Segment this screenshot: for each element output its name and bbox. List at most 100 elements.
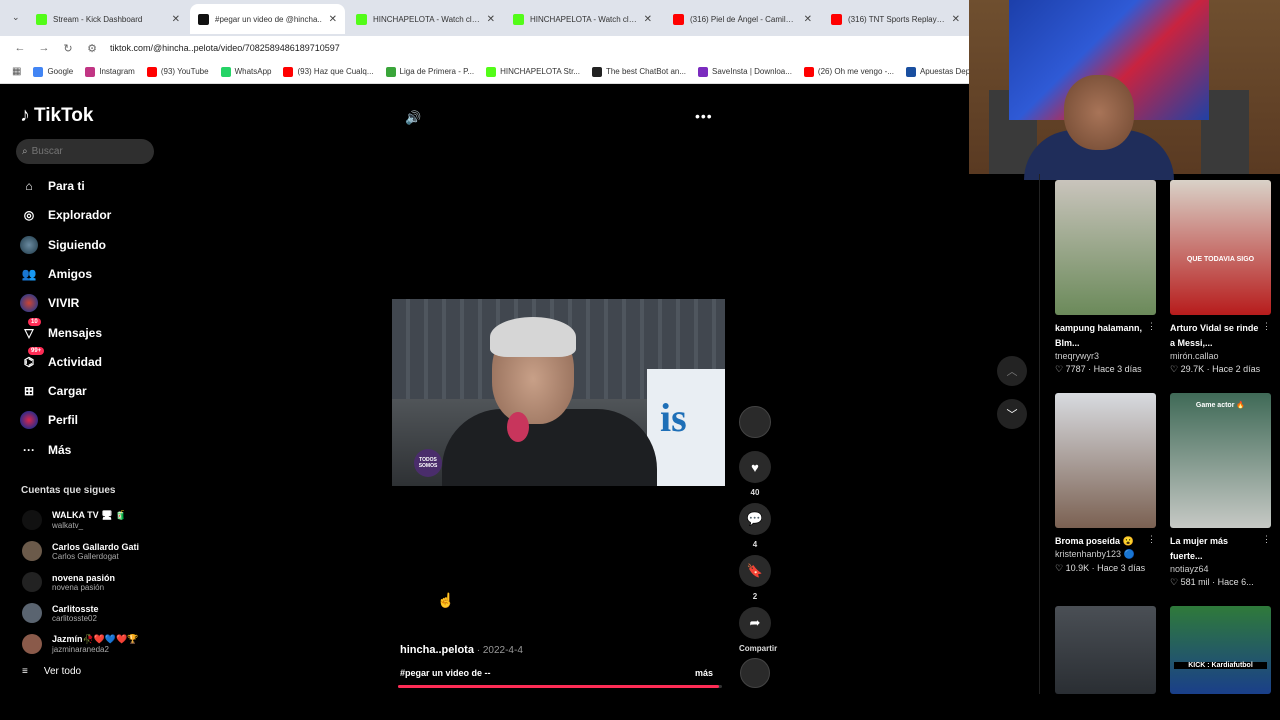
video-player[interactable]: is TODOS SOMOS bbox=[392, 299, 725, 486]
browser-tab[interactable]: HINCHAPELOTA - Watch clips o ✕ bbox=[505, 6, 660, 32]
see-all-button[interactable]: ≡ Ver todo bbox=[22, 666, 81, 677]
close-tab-icon[interactable]: ✕ bbox=[952, 14, 960, 25]
kebab-menu-icon[interactable]: ⋮ bbox=[1147, 321, 1156, 332]
followed-account[interactable]: Carlitosste carlitosste02 bbox=[22, 603, 99, 623]
tab-title: Stream - Kick Dashboard bbox=[53, 14, 143, 24]
ellipsis-icon[interactable]: ••• bbox=[695, 108, 713, 124]
kebab-menu-icon[interactable]: ⋮ bbox=[1147, 534, 1156, 545]
bookmark-item[interactable]: SaveInsta | Downloa... bbox=[698, 66, 792, 77]
bookmark-item[interactable]: The best ChatBot an... bbox=[591, 66, 686, 77]
share-button[interactable]: ➦ Compartir bbox=[739, 607, 777, 653]
bookmark-item[interactable]: WhatsApp bbox=[220, 66, 272, 77]
forward-icon[interactable]: → bbox=[32, 42, 56, 54]
bookmark-label: (93) YouTube bbox=[160, 67, 209, 76]
search-icon: ⌕ bbox=[22, 146, 28, 157]
close-tab-icon[interactable]: ✕ bbox=[487, 14, 495, 25]
followed-account[interactable]: Jazmín🥀❤️💙❤️🏆 jazminaraneda2 bbox=[22, 634, 139, 654]
video-thumbnail[interactable]: KICK : Kardiafutbol bbox=[1170, 606, 1271, 694]
browser-tab[interactable]: Stream - Kick Dashboard ✕ bbox=[28, 6, 188, 32]
apps-grid-icon[interactable]: ▦ bbox=[12, 66, 21, 77]
avatar bbox=[22, 603, 42, 623]
back-icon[interactable]: ← bbox=[8, 42, 32, 54]
author-avatar-button[interactable] bbox=[739, 406, 771, 438]
nav-item-profile-avatar[interactable]: Perfil bbox=[20, 408, 78, 432]
video-thumbnail[interactable]: Game actor 🔥 bbox=[1170, 393, 1271, 528]
save-button[interactable]: 🔖 2 bbox=[739, 555, 771, 601]
bookmark-label: WhatsApp bbox=[234, 67, 272, 76]
nav-item-live[interactable]: VIVIR bbox=[20, 291, 79, 315]
like-button[interactable]: ♥ 40 bbox=[739, 451, 771, 497]
bookmark-favicon-icon bbox=[698, 66, 709, 77]
recommended-video-card[interactable]: ⋮ kampung halamann, Blm... tneqrywyr3 ♡ 778… bbox=[1055, 180, 1156, 375]
notification-badge: 10 bbox=[28, 317, 41, 326]
video-thumbnail[interactable]: QUE TODAVIA SIGO bbox=[1170, 180, 1271, 315]
close-tab-icon[interactable]: ✕ bbox=[172, 14, 180, 25]
recommended-video-card[interactable]: Game actor 🔥 ⋮ La mujer más fuerte... notia… bbox=[1170, 393, 1271, 588]
video-author-name[interactable]: kristenhanby123 🔵 bbox=[1055, 549, 1156, 560]
nav-item-compass[interactable]: ◎ Explorador bbox=[20, 203, 112, 227]
nav-label: VIVIR bbox=[48, 296, 80, 311]
video-author-name[interactable]: tneqrywyr3 bbox=[1055, 351, 1156, 361]
nav-item-following-avatar[interactable]: Siguiendo bbox=[20, 233, 106, 257]
video-thumbnail[interactable] bbox=[1055, 393, 1156, 528]
column-divider bbox=[1039, 174, 1040, 694]
followed-account[interactable]: novena pasión novena pasión bbox=[22, 572, 115, 592]
progress-fill bbox=[398, 685, 719, 688]
video-username[interactable]: hincha..pelota bbox=[400, 644, 474, 656]
bookmark-item[interactable]: Instagram bbox=[85, 66, 135, 77]
tiktok-logo[interactable]: ♪ TikTok bbox=[20, 104, 93, 127]
video-thumbnail[interactable] bbox=[1055, 606, 1156, 694]
bookmark-favicon-icon bbox=[591, 66, 602, 77]
nav-item-more[interactable]: ··· Más bbox=[20, 438, 71, 462]
comment-button[interactable]: 💬 4 bbox=[739, 503, 771, 549]
browser-tab[interactable]: (316) TNT Sports Replay | Depo ✕ bbox=[823, 6, 968, 32]
search-input[interactable] bbox=[31, 146, 132, 157]
following-avatar-icon bbox=[20, 235, 38, 254]
previous-video-button[interactable]: ︿ bbox=[997, 356, 1027, 386]
more-text-button[interactable]: más bbox=[695, 668, 713, 678]
reload-icon[interactable]: ↻ bbox=[56, 42, 80, 55]
video-author-name[interactable]: mirón.callao bbox=[1170, 351, 1271, 361]
volume-icon[interactable]: 🔊 bbox=[405, 110, 421, 126]
close-tab-icon[interactable]: ✕ bbox=[644, 14, 652, 25]
kebab-menu-icon[interactable]: ⋮ bbox=[1262, 534, 1271, 545]
recommended-video-card[interactable] bbox=[1055, 606, 1156, 694]
bookmark-item[interactable]: (26) Oh me vengo -... bbox=[803, 66, 894, 77]
bookmark-favicon-icon bbox=[146, 66, 157, 77]
url-field[interactable]: tiktok.com/@hincha..pelota/video/7082589… bbox=[110, 43, 340, 53]
browser-tab[interactable]: HINCHAPELOTA - Watch clips o ✕ bbox=[348, 6, 503, 32]
bookmark-item[interactable]: Liga de Primera - P... bbox=[385, 66, 474, 77]
bookmark-item[interactable]: (93) Haz que Cualq... bbox=[283, 66, 374, 77]
music-disc-button[interactable] bbox=[739, 658, 771, 688]
recommended-video-card[interactable]: ⋮ Broma poseída 😮 kristenhanby123 🔵 ♡ 10.9K… bbox=[1055, 393, 1156, 574]
heart-outline-icon: ♡ bbox=[1055, 563, 1066, 573]
bookmark-label: HINCHAPELOTA Str... bbox=[500, 67, 580, 76]
next-video-button[interactable]: ﹀ bbox=[997, 399, 1027, 429]
browser-tab[interactable]: #pegar un video de @hincha.. ✕ bbox=[190, 4, 345, 34]
youtube-icon bbox=[831, 13, 842, 25]
video-author[interactable]: hincha..pelota · 2022-4-4 bbox=[400, 644, 523, 656]
bookmark-item[interactable]: Apuestas Dep bbox=[905, 66, 970, 77]
nav-item-activity[interactable]: ⌬ 99+ Actividad bbox=[20, 346, 102, 374]
close-tab-icon[interactable]: ✕ bbox=[804, 14, 812, 25]
recommended-video-card[interactable]: QUE TODAVIA SIGO ⋮ Arturo Vidal se rinde a… bbox=[1170, 180, 1271, 375]
bookmark-item[interactable]: (93) YouTube bbox=[146, 66, 209, 77]
close-tab-icon[interactable]: ✕ bbox=[329, 14, 337, 25]
bookmark-item[interactable]: Google bbox=[33, 66, 73, 77]
account-text: Carlitosste carlitosste02 bbox=[52, 604, 99, 623]
followed-account[interactable]: WALKA TV 🖥 🧃 walkatv_ bbox=[22, 510, 126, 530]
messages-icon: ▽ 10 bbox=[20, 317, 41, 342]
nav-item-friends[interactable]: 👥 Amigos bbox=[20, 262, 93, 286]
recommended-video-card[interactable]: KICK : Kardiafutbol bbox=[1170, 606, 1271, 694]
followed-account[interactable]: Carlos Gallardo Gati Carlos Gallerdogat bbox=[22, 541, 139, 561]
browser-tab[interactable]: (316) Piel de Ángel - Camilo Se ✕ bbox=[665, 6, 820, 32]
bookmark-item[interactable]: HINCHAPELOTA Str... bbox=[486, 66, 580, 77]
nav-item-home[interactable]: ⌂ Para ti bbox=[20, 174, 84, 198]
nav-item-messages[interactable]: ▽ 10 Mensajes bbox=[20, 317, 102, 345]
nav-item-upload[interactable]: ⊞ Cargar bbox=[20, 379, 87, 403]
kebab-menu-icon[interactable]: ⋮ bbox=[1262, 321, 1271, 332]
site-settings-icon[interactable]: ⚙ bbox=[80, 42, 104, 55]
video-thumbnail[interactable] bbox=[1055, 180, 1156, 315]
video-author-name[interactable]: notiayz64 bbox=[1170, 564, 1271, 574]
search-box[interactable]: ⌕ bbox=[16, 139, 154, 164]
